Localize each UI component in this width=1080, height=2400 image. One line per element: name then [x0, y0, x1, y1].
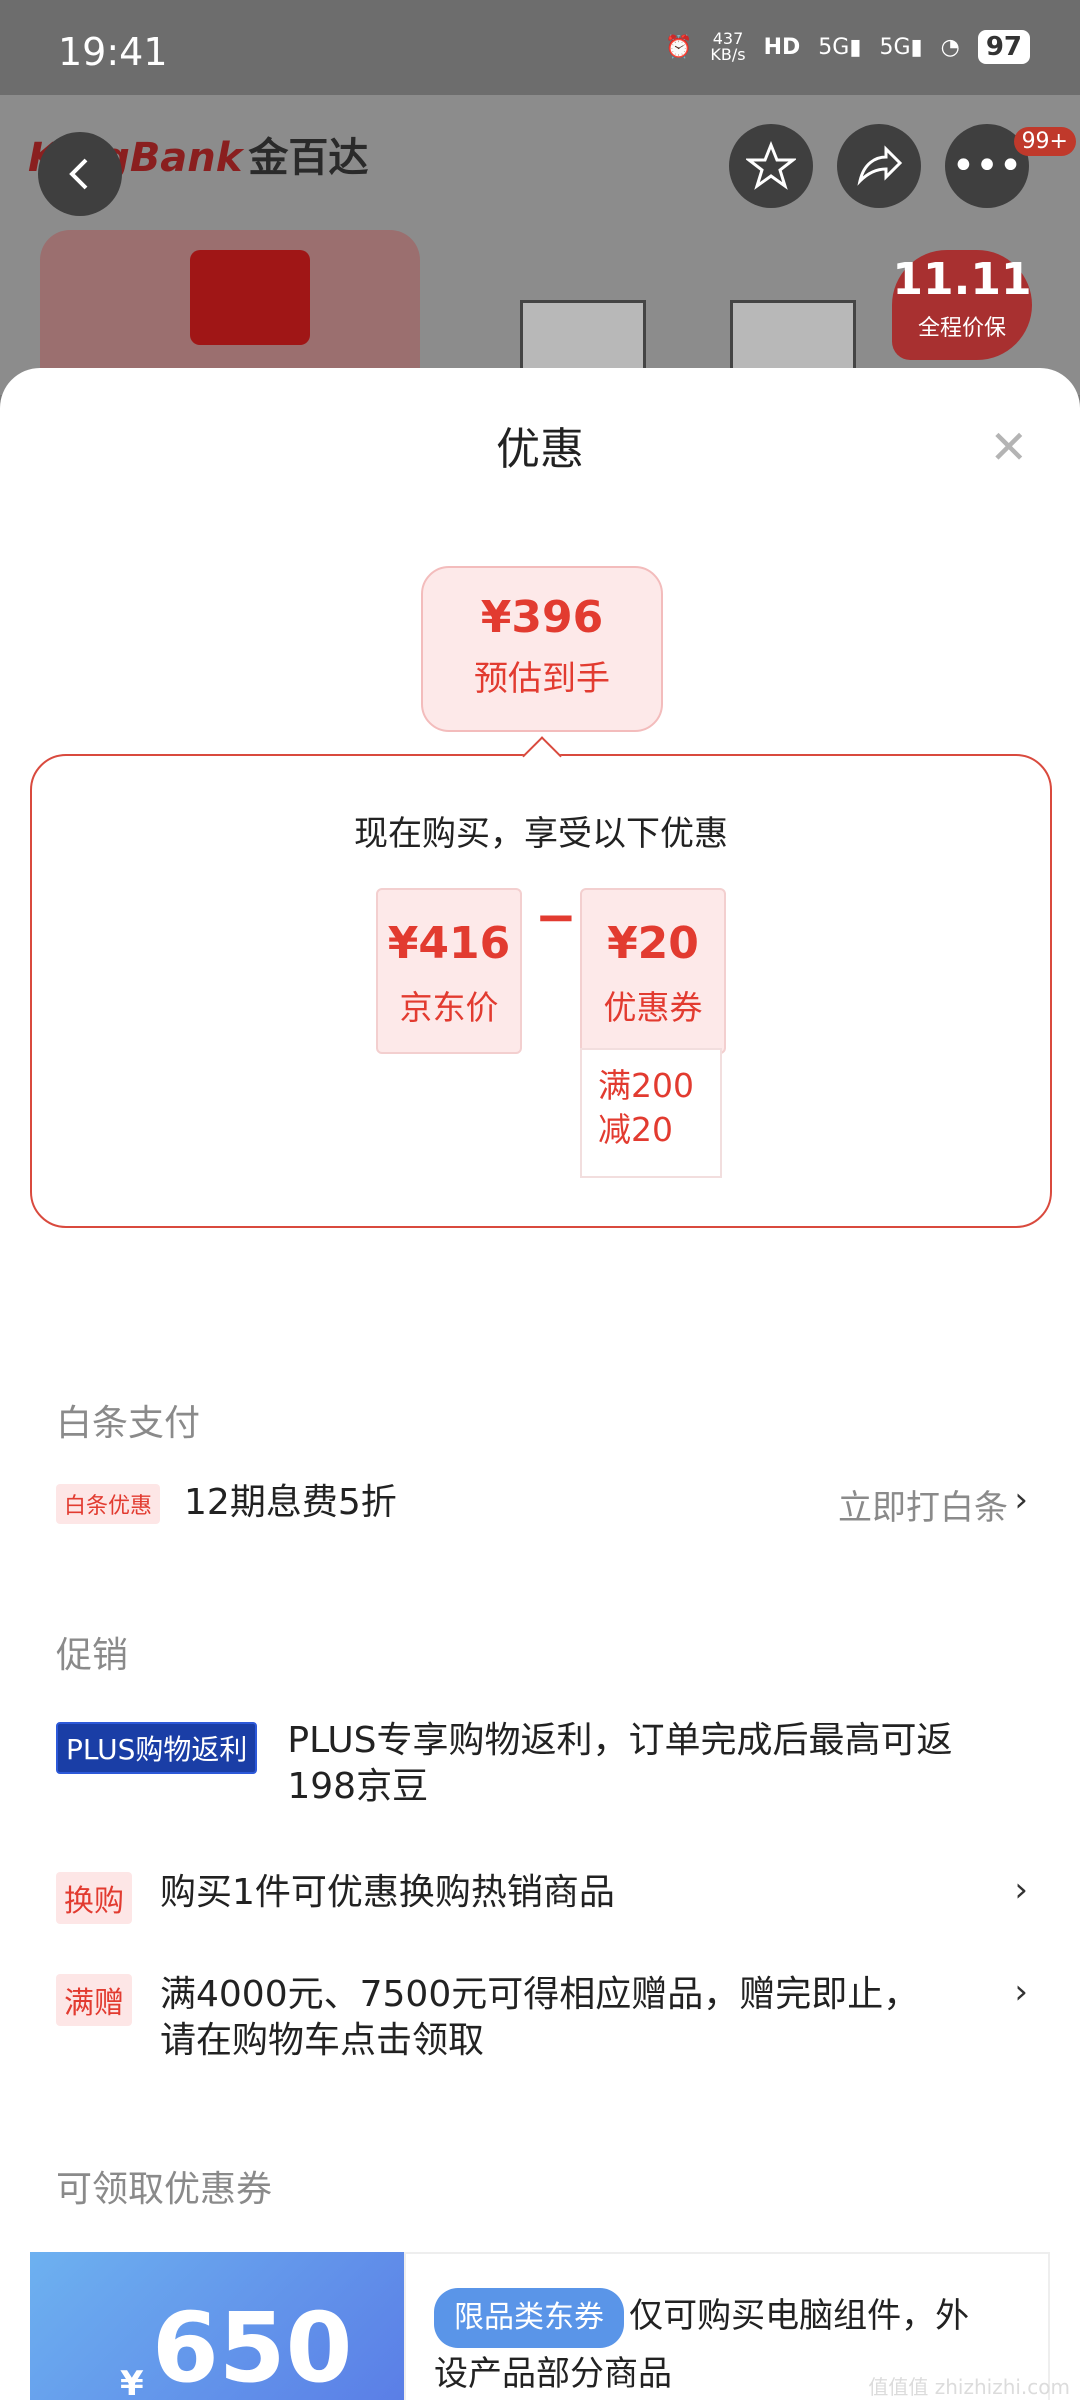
baitiao-text: 12期息费5折: [184, 1482, 397, 1523]
sheet-title: 优惠: [496, 424, 584, 475]
estimated-price: ¥396: [480, 592, 604, 643]
hd-icon: HD: [763, 34, 801, 60]
star-icon: [746, 141, 796, 190]
estimated-price-box: ¥396 预估到手: [421, 566, 663, 732]
promotion-section-title: 促销: [56, 1635, 129, 1676]
coupon-condition: 满200 减20: [580, 1048, 722, 1178]
plus-rebate-tag: PLUS购物返利: [56, 1722, 258, 1774]
exchange-text: 购买1件可优惠换购热销商品: [160, 1872, 615, 1913]
watermark: 值值值 zhizhizhi.com: [868, 2375, 1070, 2399]
wifi-icon: ◔: [940, 34, 960, 60]
calc-heading: 现在购买，享受以下优惠: [354, 814, 728, 854]
signal-5g-icon: 5G▮: [818, 34, 862, 60]
minus-sign: −: [535, 888, 577, 946]
alarm-icon: ⏰: [665, 34, 693, 60]
jd-price-box: ¥416 京东价: [376, 888, 522, 1054]
coupon-amount: 650: [152, 2292, 353, 2400]
promotion-item-exchange[interactable]: 换购 购买1件可优惠换购热销商品 ›: [56, 1870, 1028, 1924]
coupon-type-tag: 限品类东券: [434, 2288, 624, 2348]
share-arrow-icon: [857, 145, 903, 186]
exchange-tag: 换购: [56, 1872, 132, 1924]
baitiao-link[interactable]: 立即打白条: [838, 1480, 1008, 1529]
signal-5g-icon: 5G▮: [879, 34, 923, 60]
price-calculation-box: 现在购买，享受以下优惠 ¥416 京东价 − ¥20 优惠券 满200 减20: [30, 754, 1052, 1228]
status-bar: 19:41 ⏰ 437 KB/s HD 5G▮ 5G▮ ◔ 97: [0, 0, 1080, 110]
baitiao-section-title: 白条支付: [56, 1403, 201, 1444]
back-arrow-icon: [69, 158, 88, 190]
coupon-price-box: ¥20 优惠券: [580, 888, 726, 1054]
coupon-section-title: 可领取优惠券: [56, 2169, 273, 2210]
plus-rebate-text: PLUS专享购物返利，订单完成后最高可返198京豆: [287, 1720, 953, 1807]
close-icon[interactable]: ✕: [989, 420, 1028, 474]
chevron-right-icon: ›: [1014, 1480, 1028, 1520]
share-button[interactable]: [837, 124, 921, 208]
more-dots-icon: •••: [951, 143, 1023, 189]
gift-text: 满4000元、7500元可得相应赠品，赠完即止，请在购物车点击领取: [160, 1974, 920, 2061]
battery-icon: 97: [977, 30, 1030, 64]
status-time: 19:41: [58, 30, 168, 74]
product-header: KingBank 金百达 ••• 99+ 11.11 全程价保: [0, 95, 1080, 395]
coupon-amount-panel: ¥ 650: [30, 2252, 404, 2400]
chevron-right-icon: ›: [1014, 1870, 1028, 1910]
network-speed: 437 KB/s: [710, 29, 746, 64]
promotion-item-plus: PLUS购物返利 PLUS专享购物返利，订单完成后最高可返198京豆: [56, 1718, 1028, 1810]
status-icons: ⏰ 437 KB/s HD 5G▮ 5G▮ ◔ 97: [665, 30, 1030, 64]
discount-sheet: 优惠 ✕ ¥396 预估到手 现在购买，享受以下优惠 ¥416 京东价 − ¥2…: [0, 368, 1080, 2400]
chevron-right-icon: ›: [1014, 1972, 1028, 2012]
estimated-price-label: 预估到手: [474, 659, 610, 699]
baitiao-tag: 白条优惠: [56, 1484, 161, 1524]
favorite-button[interactable]: [729, 124, 813, 208]
gift-tag: 满赠: [56, 1974, 132, 2026]
promotion-item-gift[interactable]: 满赠 满4000元、7500元可得相应赠品，赠完即止，请在购物车点击领取 ›: [56, 1972, 1028, 2064]
price-protection-badge: 11.11 全程价保: [892, 250, 1032, 360]
message-count-badge: 99+: [1013, 127, 1076, 156]
coupon-yen: ¥: [120, 2364, 144, 2400]
back-button[interactable]: [38, 132, 122, 216]
baitiao-row[interactable]: 白条优惠 12期息费5折 立即打白条 ›: [56, 1480, 1028, 1529]
